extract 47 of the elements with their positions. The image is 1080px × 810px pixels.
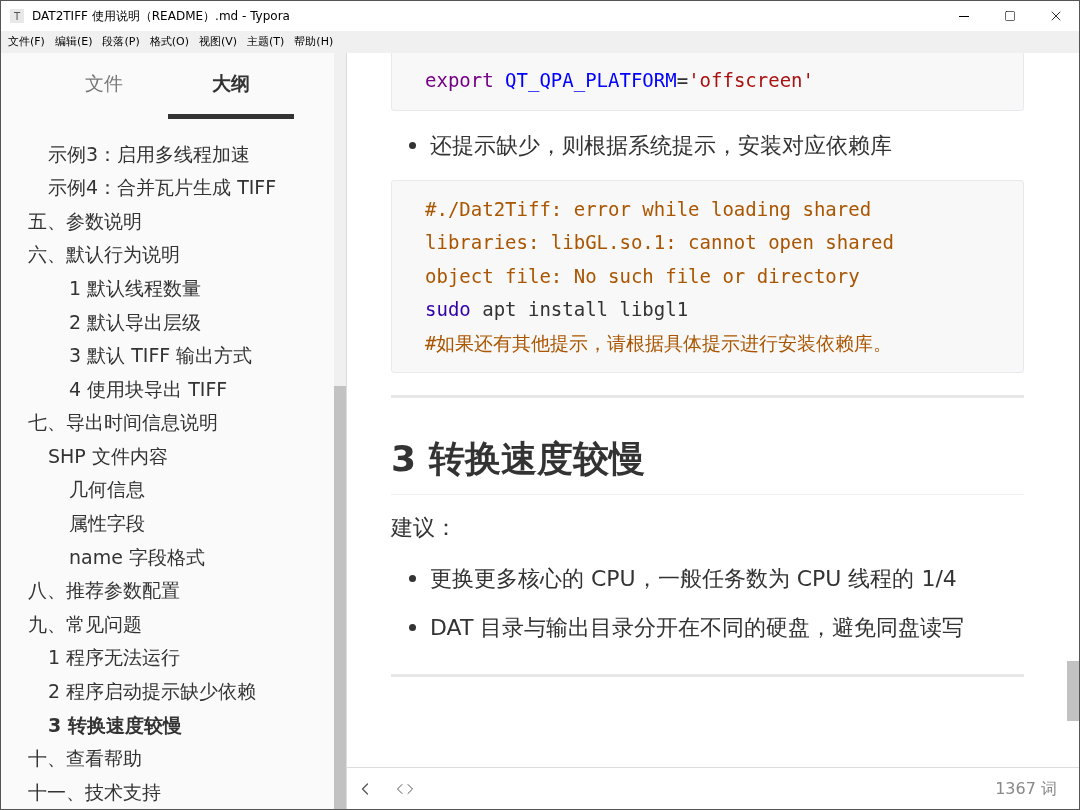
outline-item[interactable]: 2 程序启动提示缺少依赖 xyxy=(1,674,334,709)
scrollbar-thumb[interactable] xyxy=(1067,661,1079,721)
outline-item[interactable]: 2 默认导出层级 xyxy=(1,304,334,339)
list-text: 还提示缺少，则根据系统提示，安装对应依赖库 xyxy=(430,131,892,160)
code-line: object file: No such file or directory xyxy=(425,263,861,289)
outline-item[interactable]: 八、推荐参数配置 xyxy=(1,573,334,608)
outline-item[interactable]: 示例4：合并瓦片生成 TIFF xyxy=(1,170,334,205)
list-text: 更换更多核心的 CPU，一般任务数为 CPU 线程的 1/4 xyxy=(430,565,957,593)
sidebar-tab[interactable]: 文件 xyxy=(41,53,168,119)
app-icon: T xyxy=(10,9,24,23)
menu-item[interactable]: 主题(T) xyxy=(242,33,290,51)
menu-item[interactable]: 编辑(E) xyxy=(49,33,98,51)
menu-item[interactable]: 格式(O) xyxy=(144,33,194,51)
outline-item[interactable]: SHP 文件内容 xyxy=(1,439,334,473)
sidebar-tab[interactable]: 大纲 xyxy=(167,53,294,119)
outline-item[interactable]: name 字段格式 xyxy=(1,540,334,574)
list-text: DAT 目录与输出目录分开在不同的硬盘，避免同盘读写 xyxy=(430,614,965,642)
outline-item[interactable]: 示例3：启用多线程加速 xyxy=(1,137,334,171)
outline-item[interactable]: 十、查看帮助 xyxy=(1,741,334,776)
outline-item[interactable]: 4 使用块导出 TIFF xyxy=(1,372,334,406)
outline-item[interactable]: 七、导出时间信息说明 xyxy=(1,405,334,440)
window-title: DAT2TIFF 使用说明（README）.md - Typora xyxy=(32,8,290,25)
outline-item[interactable]: 五、参数说明 xyxy=(1,204,334,238)
outline-item[interactable]: 六、默认行为说明 xyxy=(1,237,334,272)
outline-item[interactable]: 1 程序无法运行 xyxy=(1,640,334,675)
maximize-icon xyxy=(1004,10,1016,22)
menu-item[interactable]: 视图(V) xyxy=(193,33,243,51)
code-line: libraries: libGL.so.1: cannot open shared xyxy=(425,230,895,255)
paragraph: 建议： xyxy=(391,514,458,542)
menu-item[interactable]: 帮助(H) xyxy=(289,33,339,51)
code-line: export QT_QPA_PLATFORM='offscreen' xyxy=(425,68,815,94)
outline-item[interactable]: 3 默认 TIFF 输出方式 xyxy=(1,338,334,373)
outline-item[interactable]: 十一、技术支持 xyxy=(1,775,334,809)
word-count: 1367 词 xyxy=(995,777,1057,800)
outline-item[interactable]: 九、常见问题 xyxy=(1,607,334,641)
outline-item[interactable]: 属性字段 xyxy=(1,506,334,541)
section-heading: 3 转换速度较慢 xyxy=(391,420,1024,495)
outline-item[interactable]: 几何信息 xyxy=(1,472,334,507)
code-line: sudo apt install libgl1 xyxy=(425,297,690,322)
code-line: #./Dat2Tiff: error while loading shared xyxy=(425,196,873,222)
code-line: #如果还有其他提示，请根据具体提示进行安装依赖库。 xyxy=(425,330,894,356)
menu-item[interactable]: 段落(P) xyxy=(97,33,145,51)
outline-item[interactable]: 3 转换速度较慢 xyxy=(1,708,334,742)
scrollbar-thumb[interactable] xyxy=(334,386,346,809)
outline-item[interactable]: 1 默认线程数量 xyxy=(1,271,334,305)
minimize-icon xyxy=(959,15,969,17)
menu-item[interactable]: 文件(F) xyxy=(3,33,50,51)
